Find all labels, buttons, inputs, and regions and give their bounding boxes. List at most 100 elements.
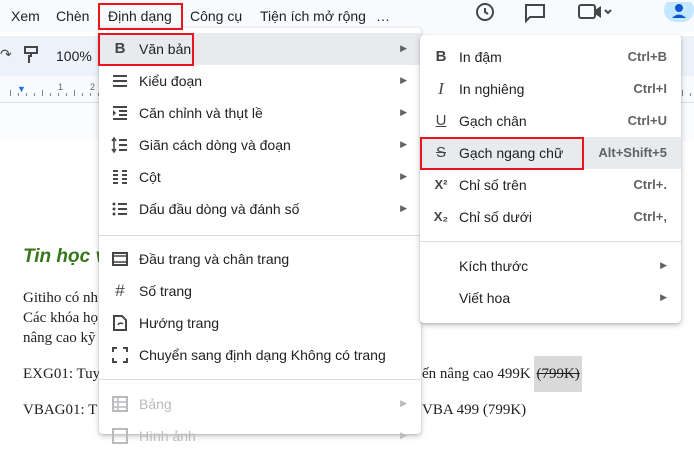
- menu-divider: [420, 241, 681, 242]
- submenu-item-italic[interactable]: I In nghiêng Ctrl+I: [420, 73, 681, 105]
- shortcut-label: Ctrl+U: [627, 113, 667, 128]
- menu-item-headers-footers[interactable]: Đầu trang và chân trang: [99, 243, 421, 275]
- menu-tools[interactable]: Công cụ: [190, 8, 242, 24]
- shortcut-label: Ctrl+I: [633, 81, 667, 96]
- doc-heading: Tin học v: [23, 246, 107, 267]
- subscript-icon: X₂: [433, 209, 449, 224]
- ruler-tick: [74, 90, 75, 96]
- menu-item-columns[interactable]: Cột ▶: [99, 161, 421, 193]
- columns-icon: [113, 170, 127, 184]
- line-spacing-icon: [111, 136, 127, 154]
- doc-fragment: ến nâng cao 499K (799K): [422, 356, 582, 392]
- bullet-list-icon: [112, 202, 127, 216]
- submenu-item-strikethrough[interactable]: S Gạch ngang chữ Alt+Shift+5: [420, 137, 681, 169]
- image-icon: [112, 428, 128, 444]
- bold-icon: B: [114, 40, 126, 57]
- submenu-item-label: Viết hoa: [459, 290, 511, 306]
- menu-item-page-numbers[interactable]: # Số trang: [99, 275, 421, 307]
- ruler-tick: [58, 93, 59, 96]
- menu-item-line-spacing[interactable]: Giãn cách dòng và đoạn ▶: [99, 129, 421, 161]
- text-submenu: B In đậm Ctrl+B I In nghiêng Ctrl+I U Gạ…: [420, 35, 681, 323]
- comment-icon[interactable]: [523, 2, 547, 26]
- menu-item-label: Hướng trang: [139, 315, 220, 331]
- submenu-arrow-icon: ▶: [400, 107, 407, 117]
- submenu-arrow-icon: ▶: [400, 43, 407, 53]
- doc-price: ến nâng cao 499K: [422, 366, 535, 382]
- menu-item-text[interactable]: B Văn bản ▶: [99, 33, 421, 65]
- submenu-item-label: In nghiêng: [459, 81, 525, 97]
- strikethrough-icon: S: [435, 144, 446, 161]
- submenu-arrow-icon: ▶: [660, 260, 667, 270]
- share-icon[interactable]: [664, 2, 694, 26]
- ruler-tick: [82, 93, 83, 96]
- ruler-tick: [690, 93, 691, 96]
- redo-icon[interactable]: ↷: [0, 46, 12, 63]
- history-icon[interactable]: [473, 2, 497, 26]
- menu-format[interactable]: Định dạng: [108, 8, 172, 24]
- ruler-tick: [682, 90, 683, 96]
- menu-item-page-orientation[interactable]: Hướng trang: [99, 307, 421, 339]
- menu-item-switch-pageless[interactable]: Chuyển sang định dạng Không có trang: [99, 339, 421, 371]
- doc-old-price: (799K): [534, 356, 582, 392]
- menu-extensions[interactable]: Tiện ích mở rộng: [260, 8, 366, 24]
- menu-item-label: Số trang: [139, 283, 192, 299]
- menu-item-bullets-numbering[interactable]: Dấu đầu dòng và đánh số ▶: [99, 193, 421, 225]
- doc-line: VBAG01: T: [23, 402, 98, 418]
- menu-item-label: Văn bản: [139, 41, 192, 57]
- page-orientation-icon: [113, 315, 127, 331]
- submenu-item-subscript[interactable]: X₂ Chỉ số dưới Ctrl+,: [420, 201, 681, 233]
- menu-item-table: Bảng ▶: [99, 388, 421, 420]
- submenu-arrow-icon: ▶: [400, 398, 407, 408]
- menu-item-label: Giãn cách dòng và đoạn: [139, 137, 291, 153]
- menu-item-align-indent[interactable]: Căn chỉnh và thụt lề ▶: [99, 97, 421, 129]
- doc-line: nâng cao kỹ: [23, 330, 96, 346]
- italic-icon: I: [438, 79, 444, 98]
- ruler-tick: [42, 90, 43, 96]
- menu-item-label: Dấu đầu dòng và đánh số: [139, 201, 300, 217]
- doc-line: EXG01: Tuy: [23, 366, 101, 382]
- doc-fragment: VBA 499 (799K): [422, 402, 527, 418]
- ruler-number: 2: [90, 82, 96, 92]
- menu-item-paragraph-styles[interactable]: Kiểu đoạn ▶: [99, 65, 421, 97]
- submenu-item-superscript[interactable]: X² Chỉ số trên Ctrl+.: [420, 169, 681, 201]
- ruler-tick: [34, 93, 35, 96]
- ruler-number: 1: [58, 82, 64, 92]
- menu-divider: [99, 379, 421, 380]
- shortcut-label: Ctrl+B: [627, 49, 667, 64]
- submenu-arrow-icon: ▶: [400, 139, 407, 149]
- doc-line: Các khóa họ: [23, 310, 98, 326]
- table-icon: [112, 396, 128, 412]
- menu-insert[interactable]: Chèn: [56, 8, 89, 24]
- menu-more[interactable]: …: [376, 8, 390, 24]
- ruler-tick: [50, 93, 51, 96]
- menu-view[interactable]: Xem: [11, 8, 40, 24]
- bold-icon: B: [435, 48, 447, 65]
- submenu-item-size[interactable]: Kích thước ▶: [420, 250, 681, 282]
- menu-item-label: Chuyển sang định dạng Không có trang: [139, 347, 386, 363]
- meet-icon[interactable]: [578, 2, 612, 26]
- menu-item-image: Hình ảnh ▶: [99, 420, 421, 452]
- submenu-item-underline[interactable]: U Gạch chân Ctrl+U: [420, 105, 681, 137]
- shortcut-label: Ctrl+,: [633, 209, 667, 224]
- ruler-tick: [10, 90, 11, 96]
- underline-icon: U: [435, 112, 447, 129]
- menu-item-label: Đầu trang và chân trang: [139, 251, 290, 267]
- submenu-arrow-icon: ▶: [400, 430, 407, 440]
- paint-format-icon[interactable]: [22, 46, 40, 64]
- paragraph-style-icon: [113, 75, 127, 87]
- menu-item-label: Kiểu đoạn: [139, 73, 203, 89]
- submenu-arrow-icon: ▶: [660, 292, 667, 302]
- hash-icon: #: [115, 281, 125, 300]
- submenu-arrow-icon: ▶: [400, 75, 407, 85]
- zoom-select[interactable]: 100%: [56, 48, 92, 64]
- submenu-item-capitalization[interactable]: Viết hoa ▶: [420, 282, 681, 314]
- ruler-tick: [90, 93, 91, 96]
- submenu-item-label: In đậm: [459, 49, 502, 65]
- submenu-item-bold[interactable]: B In đậm Ctrl+B: [420, 41, 681, 73]
- pageless-icon: [112, 347, 128, 363]
- submenu-arrow-icon: ▶: [400, 171, 407, 181]
- submenu-arrow-icon: ▶: [400, 203, 407, 213]
- header-footer-icon: [112, 252, 128, 266]
- ruler-tick: [18, 93, 19, 96]
- submenu-item-label: Gạch chân: [459, 113, 527, 129]
